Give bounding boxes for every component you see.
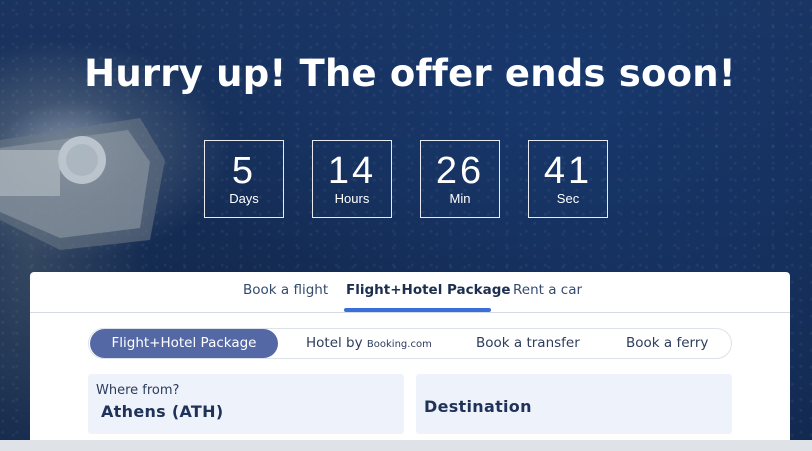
subtab-hotel-label: Hotel by (306, 335, 363, 351)
offer-headline: Hurry up! The offer ends soon! (84, 52, 736, 95)
tab-book-flight[interactable]: Book a flight (243, 282, 328, 298)
countdown-hours-value: 14 (327, 150, 377, 192)
package-subtabs: Flight+Hotel Package Hotel by Booking.co… (88, 328, 732, 359)
lighthouse-image (0, 118, 165, 250)
countdown-days: 5 Days (204, 140, 284, 218)
subtab-book-ferry[interactable]: Book a ferry (626, 329, 708, 358)
countdown-minutes-value: 26 (435, 150, 485, 192)
subtab-hotel-booking[interactable]: Hotel by Booking.com (306, 329, 432, 358)
countdown-seconds-label: Sec (556, 191, 580, 206)
tab-rent-car[interactable]: Rent a car (513, 282, 582, 298)
countdown-days-label: Days (229, 191, 259, 206)
destination-field[interactable]: Destination (416, 374, 732, 434)
countdown-hours-label: Hours (334, 191, 370, 206)
origin-field[interactable]: Where from? Athens (ATH) (88, 374, 404, 434)
product-tabs: Book a flight Flight+Hotel Package Rent … (30, 272, 790, 313)
active-tab-indicator (344, 308, 491, 312)
countdown-seconds: 41 Sec (528, 140, 608, 218)
tab-flight-hotel-package[interactable]: Flight+Hotel Package (346, 282, 511, 298)
booking-com-logo: Booking.com (366, 339, 432, 350)
countdown-hours: 14 Hours (312, 140, 392, 218)
countdown-days-value: 5 (231, 150, 257, 192)
countdown-minutes-label: Min (449, 191, 471, 206)
countdown-timer: 5 Days 14 Hours 26 Min 41 Sec (204, 140, 608, 218)
search-panel: Book a flight Flight+Hotel Package Rent … (30, 272, 790, 451)
subtab-flight-hotel-package[interactable]: Flight+Hotel Package (90, 329, 278, 358)
countdown-seconds-value: 41 (543, 150, 593, 192)
destination-placeholder: Destination (424, 397, 532, 416)
subtab-book-transfer[interactable]: Book a transfer (476, 329, 580, 358)
origin-value: Athens (ATH) (101, 402, 224, 421)
page: Hurry up! The offer ends soon! 5 Days 14… (0, 0, 812, 451)
countdown-minutes: 26 Min (420, 140, 500, 218)
origin-label: Where from? (96, 383, 180, 398)
page-bottom-strip (0, 440, 812, 451)
